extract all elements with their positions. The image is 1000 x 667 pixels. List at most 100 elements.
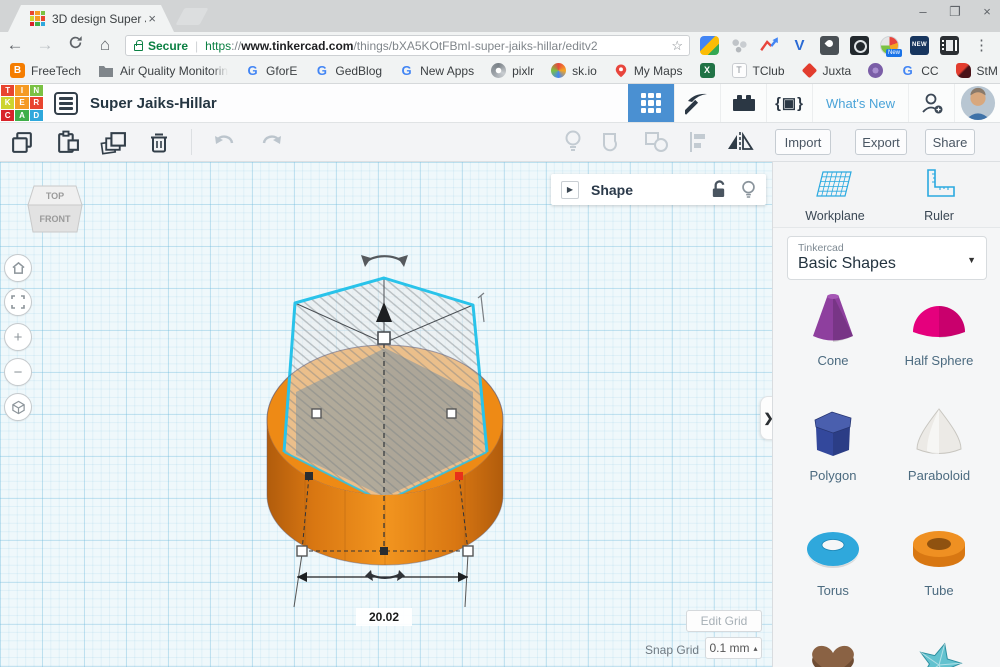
- viewport-3d[interactable]: TOP FRONT + − ▶ Shape: [0, 162, 772, 667]
- tab-minecraft[interactable]: [674, 84, 720, 122]
- tinkercad-favicon: [30, 11, 45, 26]
- scale-handle-top[interactable]: [378, 332, 390, 344]
- v-extension-icon[interactable]: V: [790, 36, 809, 55]
- home-view-icon: [11, 261, 26, 275]
- new-extension-icon[interactable]: NEW: [910, 36, 929, 55]
- scale-handle-left[interactable]: [312, 409, 321, 418]
- grid-icon: [641, 93, 662, 114]
- panel-expand-icon[interactable]: ▶: [561, 181, 579, 199]
- bookmark-cc[interactable]: GCC: [900, 63, 938, 78]
- undo-button[interactable]: [212, 131, 238, 153]
- bookmark-skio[interactable]: sk.io: [551, 63, 597, 78]
- shape-item-torus[interactable]: Torus: [785, 520, 881, 598]
- export-button[interactable]: Export: [855, 129, 907, 155]
- import-button[interactable]: Import: [775, 129, 831, 155]
- shape-item-heart[interactable]: [785, 635, 881, 667]
- docs-extension-icon[interactable]: [700, 36, 719, 55]
- bookmark-label: sk.io: [572, 64, 597, 78]
- snap-grid-select[interactable]: 0.1 mm ▴: [705, 637, 762, 659]
- whats-new-link[interactable]: What's New: [812, 84, 908, 122]
- user-avatar[interactable]: [954, 84, 1000, 122]
- browser-menu-icon[interactable]: ⋮: [974, 36, 989, 54]
- edge-handle-front[interactable]: [380, 547, 388, 555]
- view-cube-top-label: TOP: [46, 191, 64, 201]
- pin-extension-icon[interactable]: [820, 36, 839, 55]
- shape-tools: [562, 123, 754, 161]
- tinkercad-logo[interactable]: T I N K E R C A D: [0, 84, 44, 122]
- zoom-in-button[interactable]: +: [4, 323, 32, 351]
- window-restore-button[interactable]: ❐: [948, 4, 962, 20]
- shape-item-star[interactable]: [891, 635, 987, 667]
- mirror-button[interactable]: [726, 130, 754, 154]
- rotate-handle-bottom[interactable]: [365, 570, 405, 581]
- edge-handle-side-right-active[interactable]: [455, 472, 463, 480]
- tab-brick[interactable]: [720, 84, 766, 122]
- home-view-button[interactable]: [4, 254, 32, 282]
- tab-3d-designs[interactable]: [628, 84, 674, 122]
- shape-inspector-panel[interactable]: ▶ Shape: [551, 174, 766, 205]
- bookmark-label: pixlr: [512, 64, 534, 78]
- corner-handle-right[interactable]: [463, 546, 473, 556]
- bookmark-purple[interactable]: [868, 63, 883, 78]
- share-button[interactable]: Share: [925, 129, 975, 155]
- bookmark-gfore[interactable]: GGforE: [245, 63, 297, 78]
- corner-handle-left[interactable]: [297, 546, 307, 556]
- bookmark-label: StM: [977, 64, 998, 78]
- dimension-value[interactable]: 20.02: [356, 608, 412, 626]
- bookmark-pixlr[interactable]: pixlr: [491, 63, 534, 78]
- shape-item-tube[interactable]: Tube: [891, 520, 987, 598]
- bookmark-stm[interactable]: StM: [956, 63, 998, 78]
- bookmark-new-apps[interactable]: GNew Apps: [399, 63, 474, 78]
- paste-button[interactable]: [55, 130, 80, 155]
- back-button[interactable]: ←: [0, 35, 30, 55]
- dots-extension-icon[interactable]: [730, 36, 749, 55]
- ruler-tool[interactable]: Ruler: [891, 168, 987, 223]
- film-extension-icon[interactable]: [940, 36, 959, 55]
- bookmark-my-maps[interactable]: My Maps: [614, 63, 683, 79]
- window-minimize-button[interactable]: –: [916, 4, 930, 20]
- home-button[interactable]: ⌂: [90, 35, 120, 55]
- window-close-button[interactable]: ×: [980, 4, 994, 20]
- rotate-handle-top[interactable]: [361, 255, 408, 267]
- duplicate-button[interactable]: [100, 130, 127, 155]
- zoom-out-button[interactable]: −: [4, 358, 32, 386]
- fit-view-button[interactable]: [4, 288, 32, 316]
- browser-tab[interactable]: 3D design Super Jaiks-H ×: [8, 5, 174, 32]
- workplane-tool[interactable]: Workplane: [787, 168, 883, 223]
- edit-grid-button[interactable]: Edit Grid: [686, 610, 762, 632]
- shape-item-cone[interactable]: Cone: [785, 290, 881, 368]
- tab-close-icon[interactable]: ×: [148, 12, 156, 25]
- design-properties-button[interactable]: [54, 92, 78, 115]
- gauge-extension-icon[interactable]: New: [880, 36, 899, 55]
- bookmark-juxta[interactable]: Juxta: [802, 63, 852, 78]
- bookmark-gedblog[interactable]: GGedBlog: [314, 63, 382, 78]
- address-bar[interactable]: Secure | https://www.tinkercad.com/thing…: [125, 35, 690, 56]
- selected-model[interactable]: [240, 240, 540, 640]
- shape-item-half-sphere[interactable]: Half Sphere: [891, 290, 987, 368]
- tab-codeblocks[interactable]: {▣}: [766, 84, 812, 122]
- reload-button[interactable]: [60, 35, 90, 55]
- delete-button[interactable]: [147, 130, 171, 155]
- hide-bulb-icon[interactable]: [741, 180, 756, 199]
- circle-extension-icon[interactable]: [850, 36, 869, 55]
- shape-item-paraboloid[interactable]: Paraboloid: [891, 405, 987, 483]
- view-cube[interactable]: TOP FRONT: [24, 178, 86, 240]
- shape-collection-select[interactable]: Tinkercad Basic Shapes ▼: [787, 236, 987, 280]
- bookmark-tclub[interactable]: TTClub: [732, 63, 785, 78]
- window-controls: – ❐ ×: [916, 4, 994, 20]
- invite-button[interactable]: [908, 84, 954, 122]
- scale-handle-right[interactable]: [447, 409, 456, 418]
- copy-button[interactable]: [10, 130, 35, 155]
- new-tab-button[interactable]: [175, 8, 208, 25]
- bookmark-freetech[interactable]: BFreeTech: [10, 63, 81, 78]
- unlock-icon[interactable]: [710, 180, 727, 199]
- perspective-toggle-button[interactable]: [4, 393, 32, 421]
- bookmark-label: Air Quality Monitoring: [120, 64, 228, 78]
- bookmark-excel[interactable]: X: [700, 63, 715, 78]
- zigzag-extension-icon[interactable]: [760, 36, 779, 55]
- edge-handle-side-left[interactable]: [305, 472, 313, 480]
- height-indicator: [478, 293, 484, 322]
- bookmark-air-quality[interactable]: Air Quality Monitoring: [98, 64, 228, 78]
- bookmark-star-icon[interactable]: ☆: [671, 38, 683, 54]
- shape-item-polygon[interactable]: Polygon: [785, 405, 881, 483]
